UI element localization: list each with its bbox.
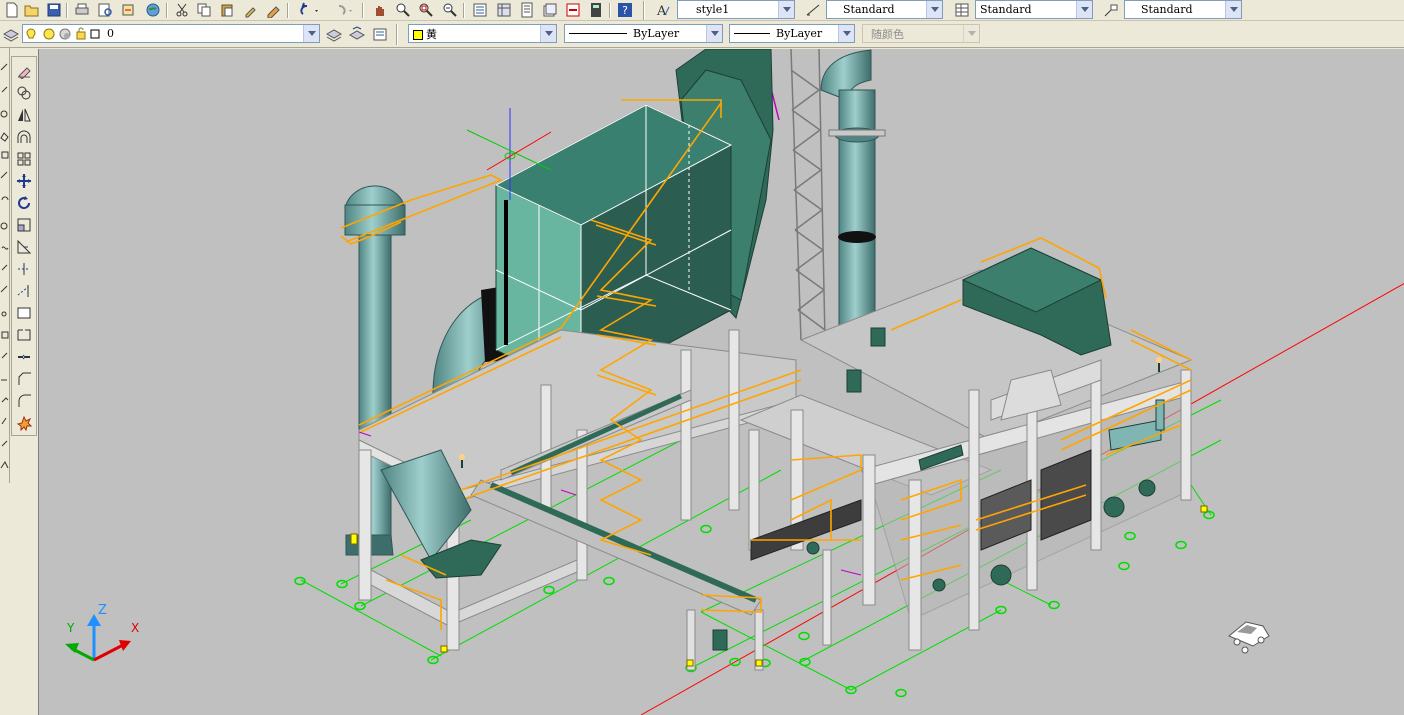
- layer-select[interactable]: 0: [22, 24, 320, 43]
- chevron-down-icon: [1225, 1, 1241, 18]
- break-icon[interactable]: [14, 325, 34, 345]
- ucs-x-label: X: [131, 621, 139, 635]
- layer-manager-icon[interactable]: [1, 25, 20, 43]
- sheet-set-icon[interactable]: [540, 1, 559, 19]
- text-style-select[interactable]: style1: [677, 0, 795, 19]
- lineweight-select[interactable]: ByLayer: [729, 24, 855, 43]
- linetype-preview: [569, 33, 627, 34]
- right-stack: [820, 49, 886, 356]
- copy-object-icon[interactable]: [14, 83, 34, 103]
- layer-state-icons: [26, 27, 100, 39]
- pan-icon[interactable]: [369, 1, 388, 19]
- plot-preview-icon[interactable]: [95, 1, 114, 19]
- zoom-realtime-icon[interactable]: [393, 1, 412, 19]
- model-viewport[interactable]: Z Y X: [38, 49, 1404, 715]
- left-stack: [344, 185, 406, 556]
- publish-icon[interactable]: [118, 1, 137, 19]
- standard-toolbar: ? A style1 Standard Standard Standard: [0, 0, 1404, 21]
- lineweight-preview: [734, 33, 770, 34]
- color-value: 黄: [426, 27, 437, 41]
- chevron-down-icon: [778, 1, 794, 18]
- color-swatch: [413, 29, 423, 40]
- save-icon[interactable]: [44, 1, 63, 19]
- redo-icon[interactable]: [328, 1, 358, 19]
- scale-icon[interactable]: [14, 215, 34, 235]
- new-icon[interactable]: [2, 1, 21, 19]
- text-style-value: style1: [696, 3, 730, 16]
- match-properties-icon[interactable]: [241, 1, 260, 19]
- current-layer-value: 0: [107, 27, 114, 40]
- layer-states-icon[interactable]: [370, 25, 389, 43]
- stretch-icon[interactable]: [14, 237, 34, 257]
- tool-palettes-icon[interactable]: [517, 1, 536, 19]
- linetype-select[interactable]: ByLayer: [564, 24, 723, 43]
- chevron-down-icon: [706, 25, 722, 42]
- trim-icon[interactable]: [14, 259, 34, 279]
- ucs-y-label: Y: [66, 621, 75, 635]
- zoom-window-icon[interactable]: [416, 1, 435, 19]
- rotate-icon[interactable]: [14, 193, 34, 213]
- table-style-select[interactable]: Standard: [975, 0, 1093, 19]
- chevron-down-icon: [838, 25, 854, 42]
- cut-icon[interactable]: [172, 1, 191, 19]
- chevron-down-icon: [303, 25, 319, 42]
- web-icon[interactable]: [143, 1, 162, 19]
- svg-text:?: ?: [622, 4, 628, 17]
- right-structure: [739, 269, 1193, 651]
- design-center-icon[interactable]: [494, 1, 513, 19]
- chamfer-icon[interactable]: [14, 369, 34, 389]
- paste-icon[interactable]: [217, 1, 236, 19]
- open-icon[interactable]: [22, 1, 41, 19]
- undo-icon[interactable]: [294, 1, 324, 19]
- linetype-value: ByLayer: [633, 27, 680, 40]
- layers-toolbar: 0 黄 ByLayer ByLayer 随颜色: [0, 21, 1404, 48]
- calculator-icon[interactable]: [586, 1, 605, 19]
- make-current-layer-icon[interactable]: [324, 25, 343, 43]
- array-icon[interactable]: [14, 149, 34, 169]
- multileader-style-icon[interactable]: [1101, 1, 1120, 19]
- dim-style-value: Standard: [843, 3, 895, 16]
- chevron-down-icon: [926, 1, 942, 18]
- erase-icon[interactable]: [14, 61, 34, 81]
- draw-toolbar-strip: [0, 48, 10, 483]
- svg-text:A: A: [656, 4, 667, 18]
- plot-style-select: 随颜色: [862, 24, 980, 43]
- chevron-down-icon: [1076, 1, 1092, 18]
- text-style-icon[interactable]: A: [653, 1, 672, 19]
- join-icon[interactable]: [14, 347, 34, 367]
- ucs-z-label: Z: [98, 603, 107, 618]
- walk-navigation-icon[interactable]: [1228, 621, 1270, 654]
- table-style-icon[interactable]: [952, 1, 971, 19]
- table-style-value: Standard: [980, 3, 1032, 16]
- color-select[interactable]: 黄: [408, 24, 557, 43]
- fillet-icon[interactable]: [14, 391, 34, 411]
- multileader-style-value: Standard: [1141, 3, 1193, 16]
- markup-icon[interactable]: [563, 1, 582, 19]
- lineweight-value: ByLayer: [776, 27, 823, 40]
- extend-icon[interactable]: [14, 281, 34, 301]
- move-icon[interactable]: [14, 171, 34, 191]
- block-editor-icon[interactable]: [264, 1, 283, 19]
- multileader-style-select[interactable]: Standard: [1124, 0, 1242, 19]
- offset-icon[interactable]: [14, 127, 34, 147]
- explode-icon[interactable]: [14, 413, 34, 433]
- mirror-icon[interactable]: [14, 105, 34, 125]
- dim-style-icon[interactable]: [803, 1, 822, 19]
- copy-icon[interactable]: [194, 1, 213, 19]
- zoom-previous-icon[interactable]: [440, 1, 459, 19]
- drawing-canvas: Z Y X: [65, 49, 1404, 715]
- layer-previous-icon[interactable]: [347, 25, 366, 43]
- help-icon[interactable]: ?: [615, 1, 634, 19]
- modify-toolbar: [11, 56, 37, 436]
- plot-style-value: 随颜色: [871, 27, 904, 41]
- break-at-point-icon[interactable]: [14, 303, 34, 323]
- dim-style-select[interactable]: Standard: [826, 0, 943, 19]
- chevron-down-icon: [963, 25, 979, 42]
- chevron-down-icon: [540, 25, 556, 42]
- ucs-icon: Z Y X: [65, 603, 139, 662]
- print-icon[interactable]: [72, 1, 91, 19]
- properties-icon[interactable]: [470, 1, 489, 19]
